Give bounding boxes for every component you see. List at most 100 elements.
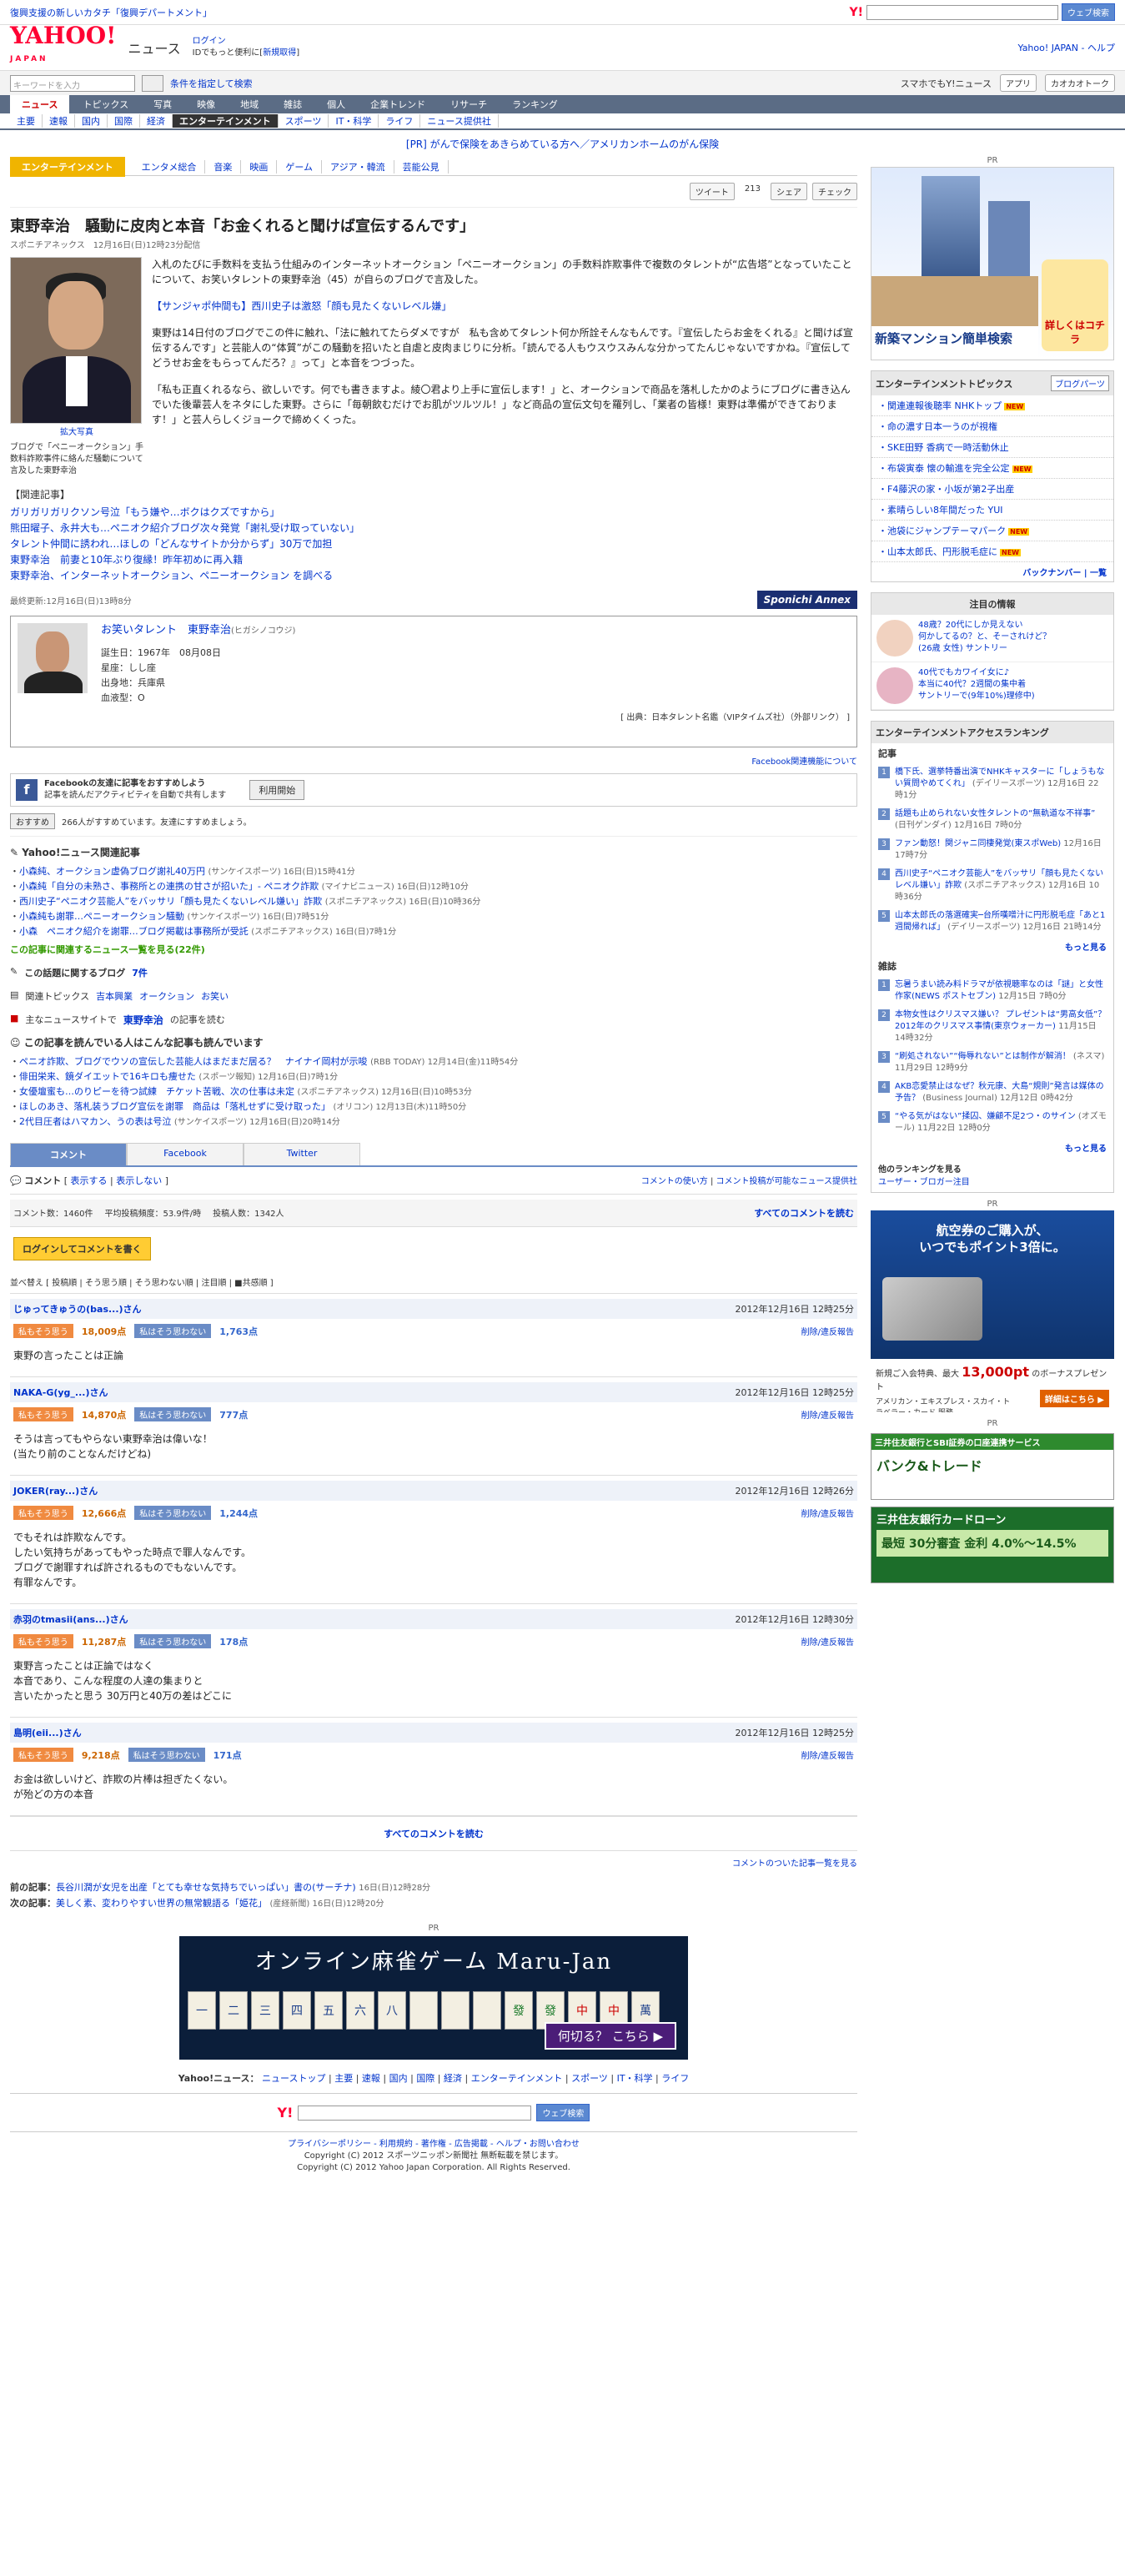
list-item[interactable]: ・小森純「自分の未熟さ、事務所との連携の甘さが招いた」- ペニオク詐欺 (マイナ… [10, 879, 857, 894]
category-item[interactable]: 芸能公見 [394, 159, 449, 174]
subnav-domestic[interactable]: 国内 [75, 114, 108, 128]
login-comment-button[interactable]: ログインしてコメントを書く [13, 1237, 151, 1260]
subnav-entertainment[interactable]: エンターテインメント [173, 114, 279, 128]
disagree-button[interactable]: 私はそう思わない [134, 1634, 212, 1648]
amex-ad[interactable]: 航空券のご購入が、 いつでもポイント3倍に。 新規ご入会特典、最大 13,000… [871, 1210, 1114, 1412]
report-link[interactable]: 削除/違反報告 [801, 1507, 854, 1519]
agree-button[interactable]: 私もそう思う [13, 1324, 73, 1338]
topic-link[interactable]: お笑い [201, 989, 229, 1003]
keyword-input[interactable]: キーワードを入力 [10, 74, 135, 92]
top-search-input[interactable] [866, 4, 1058, 20]
providers-link[interactable]: コメント投稿が可能なニュース提供社 [716, 1177, 858, 1186]
disagree-button[interactable]: 私はそう思わない [134, 1324, 212, 1338]
list-item[interactable]: ・女優壇蜜も…のりピーを待つ試練 チケット苦戦、次の仕事は未定 (スポニチアネッ… [10, 1084, 857, 1099]
ranking-item[interactable]: 2 本物女性はクリスマス嫌い？ プレゼントは“男高女低”？ 2012年のクリスマス… [871, 1006, 1113, 1048]
next-article-link[interactable]: 美しく素、変わりやすい世界の無常観語る「姫花」 [56, 1898, 267, 1909]
nav-ranking[interactable]: ランキング [500, 95, 570, 113]
major-name-link[interactable]: 東野幸治 [123, 1013, 163, 1027]
topic-item[interactable]: ・命の濃す日本一うのが視権 [871, 416, 1113, 437]
check-button[interactable]: チェック [812, 183, 857, 200]
tab-twitter[interactable]: Twitter [244, 1143, 360, 1165]
fb-start-button[interactable]: 利用開始 [249, 780, 305, 800]
list-item[interactable]: ・小森 ペニオク紹介を謝罪…ブログ掲載は事務所が受託 (スポニチアネックス) 1… [10, 924, 857, 939]
category-item[interactable]: 映画 [241, 159, 278, 174]
nav-news[interactable]: ニュース [10, 95, 70, 113]
subnav-economy[interactable]: 経済 [140, 114, 173, 128]
ranking-item[interactable]: 3 ファン動怒！関ジャニ同棲発覚(東スポWeb) 12月16日 17時7分 [871, 835, 1113, 865]
footer-link[interactable]: エンターテインメント [471, 2073, 563, 2084]
related-link[interactable]: タレント仲間に誘われ…ほしの「どんなサイトか分からず」30万で加担 [10, 536, 857, 552]
comment-user[interactable]: 赤羽のtmasii(ans...)さん [13, 1613, 128, 1626]
list-item[interactable]: ・ペニオ詐欺、ブログでウソの宣伝した芸能人はまだまだ居る？ ナイナイ岡村が示唆 … [10, 1054, 857, 1069]
subnav-it[interactable]: IT・科学 [329, 114, 379, 128]
mahjong-ad[interactable]: オンライン麻雀ゲーム Maru-Jan 一二三四五六八發發中中萬 何切る？ こち… [179, 1936, 688, 2060]
topic-link[interactable]: 吉本興業 [96, 989, 133, 1003]
disagree-button[interactable]: 私はそう思わない [134, 1506, 212, 1520]
commented-list-link[interactable]: コメントのついた記事一覧を見る [732, 1859, 857, 1869]
topic-item[interactable]: ・関連連報後聴率 NHKトップ NEW [871, 395, 1113, 416]
footer-link[interactable]: スポーツ [571, 2073, 608, 2084]
footer-link[interactable]: 主要 [334, 2073, 353, 2084]
prev-article-link[interactable]: 長谷川潤が女児を出産「とても幸せな気持ちでいっぱい」書の(サーチナ) [56, 1882, 356, 1893]
tab-comment[interactable]: コメント [10, 1143, 127, 1165]
footer-link[interactable]: 速報 [362, 2073, 380, 2084]
ranking-item[interactable]: 2 話題も止められない女性タレントの“無軌道な不祥事” (日刊ゲンダイ) 12月1… [871, 805, 1113, 835]
tab-facebook[interactable]: Facebook [127, 1143, 244, 1165]
sponichi-logo[interactable]: Sponichi Annex [756, 591, 857, 609]
all-comments-bottom[interactable]: すべてのコメントを読む [10, 1816, 857, 1851]
app-button[interactable]: アプリ [1000, 74, 1037, 92]
nav-local[interactable]: 地域 [229, 95, 270, 113]
tweet-button[interactable]: ツイート [689, 183, 735, 200]
fb-about-link[interactable]: Facebook関連機能について [10, 754, 857, 767]
disagree-button[interactable]: 私はそう思わない [128, 1748, 205, 1762]
list-item[interactable]: ・2代目圧者はハマカン、うの表は号泣 (サンケイスポーツ) 12月16日(日)2… [10, 1114, 857, 1130]
search-icon[interactable] [142, 74, 163, 92]
zoom-photo-link[interactable]: 拡大写真 [10, 427, 143, 439]
top-promo-link[interactable]: 復興支援の新しいカタチ「復興デパートメント」 [10, 6, 212, 19]
topic-item[interactable]: ・F4藤沢の家・小坂が第2子出産 [871, 479, 1113, 500]
category-item[interactable]: ゲーム [277, 159, 323, 174]
topic-item[interactable]: ・SKE田野 香病で一時活動休止 [871, 437, 1113, 458]
ranking-item[interactable]: 5 山本太郎氏の落選確実─台所嘆噌汁に円形脱毛症「あと1週間帰れば」 (デイリース… [871, 907, 1113, 937]
agree-button[interactable]: 私もそう思う [13, 1506, 73, 1520]
footer-link[interactable]: ライフ [661, 2073, 689, 2084]
recommend-button[interactable]: おすすめ [10, 813, 55, 829]
report-link[interactable]: 削除/違反報告 [801, 1325, 854, 1337]
subnav-main[interactable]: 主要 [10, 114, 43, 128]
nav-topics[interactable]: トピックス [71, 95, 140, 113]
ranking-item[interactable]: 4 AKB恋愛禁止はなぜ？秋元康、大島“規則”発言は媒体の予告？ (Busines… [871, 1078, 1113, 1108]
footer-link[interactable]: 経済 [444, 2073, 462, 2084]
show-comments[interactable]: 表示する [71, 1175, 108, 1186]
agree-button[interactable]: 私もそう思う [13, 1407, 73, 1421]
attention-item[interactable]: 48歳？20代にしか見えない 何かしてるの？と、そーされけど？ (26歳 女性)… [871, 615, 1113, 662]
subnav-flash[interactable]: 速報 [43, 114, 75, 128]
talent-photo[interactable] [18, 623, 88, 693]
amex-detail-button[interactable]: 詳細はこちら ▶ [1039, 1390, 1109, 1407]
bank-trade-ad[interactable]: 三井住友銀行とSBI証券の口座連携サービス バンク&トレード [871, 1433, 1114, 1500]
report-link[interactable]: 削除/違反報告 [801, 1408, 854, 1421]
agree-button[interactable]: 私もそう思う [13, 1634, 73, 1648]
nav-magazine[interactable]: 雑誌 [272, 95, 314, 113]
subnav-providers[interactable]: ニュース提供社 [420, 114, 499, 128]
topic-link[interactable]: オークション [139, 989, 194, 1003]
report-link[interactable]: 削除/違反報告 [801, 1748, 854, 1761]
ranking-item[interactable]: 5 “やる気がはない”揉囚、嫌顧不足2つ・のサイン (オズモール) 11月22日 … [871, 1108, 1113, 1138]
footer-link[interactable]: 国内 [389, 2073, 408, 2084]
list-item[interactable]: ・小森純、オークション虚偽ブログ謝礼40万円 (サンケイスポーツ) 16日(日)… [10, 864, 857, 879]
ranking-item[interactable]: 4 西川史子“ペニオク芸能人”をバッサリ「顔も見たくないレベル嫌い」詐欺 (スポニ… [871, 865, 1113, 907]
facebook-share-button[interactable]: シェア [771, 183, 807, 200]
ranking-item[interactable]: 1 橋下氏、選挙特番出演でNHKキャスターに「しょうもない質問やめてくれ」 (デイ… [871, 763, 1113, 805]
topic-item[interactable]: ・素晴らしい8年間だった YUI [871, 500, 1113, 521]
category-item[interactable]: 音楽 [205, 159, 242, 174]
list-item[interactable]: ・俳田栄来、鏡ダイエットで16キロも痩せた (スポーツ報知) 12月16日(日)… [10, 1069, 857, 1084]
mansion-ad[interactable]: 新築マンション簡単検索 詳しくはコチラ [871, 167, 1114, 360]
kaokao-button[interactable]: カオカオトーク [1045, 74, 1115, 92]
subnav-world[interactable]: 国際 [108, 114, 140, 128]
talent-name[interactable]: お笑いタレント 東野幸治 [101, 624, 231, 636]
topic-item[interactable]: ・布袋寅泰 懐の輸進を完全公定 NEW [871, 458, 1113, 479]
footer-link[interactable]: IT・科学 [617, 2073, 653, 2084]
disagree-button[interactable]: 私はそう思わない [134, 1407, 212, 1421]
all-comments-link[interactable]: すべてのコメントを読む [754, 1206, 854, 1220]
footer-link[interactable]: 国際 [416, 2073, 434, 2084]
sort-bar[interactable]: 並べ替え [ 投稿順 | そう思う順 | そう思わない順 | 注目順 | ■共感… [10, 1270, 857, 1294]
